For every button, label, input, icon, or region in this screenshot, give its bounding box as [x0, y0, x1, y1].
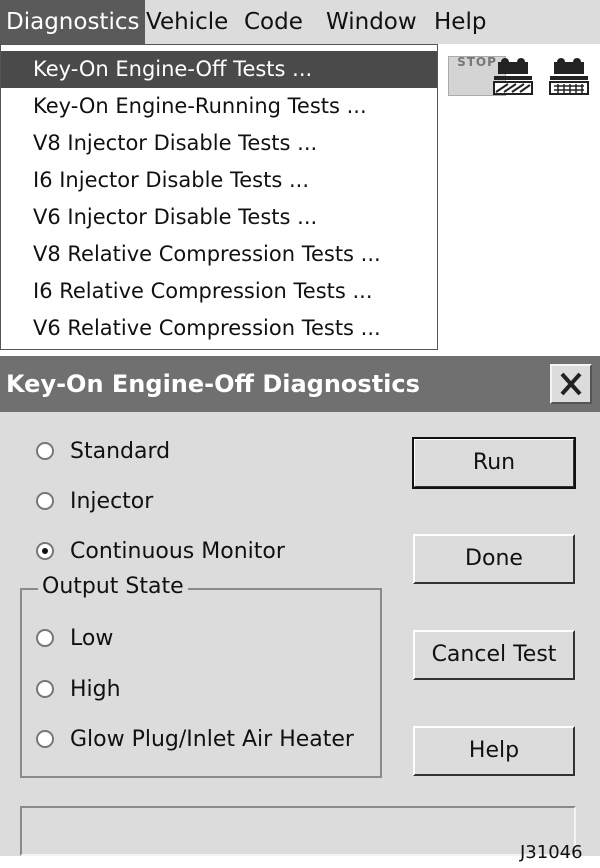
radio-injector-circle[interactable] [36, 492, 54, 510]
menu-item-v6-injector[interactable]: V6 Injector Disable Tests ... [1, 199, 437, 236]
close-button[interactable] [550, 364, 592, 404]
run-button[interactable]: Run [412, 437, 576, 489]
menu-diagnostics[interactable]: Diagnostics [0, 0, 146, 44]
vehicle-keypad-icon[interactable] [548, 54, 590, 98]
help-button[interactable]: Help [413, 726, 575, 776]
radio-low-circle[interactable] [36, 629, 54, 647]
radio-glow-plug-label: Glow Plug/Inlet Air Heater [70, 727, 354, 752]
vehicle-test-icon[interactable] [492, 54, 534, 98]
radio-glow-plug-circle[interactable] [36, 730, 54, 748]
diagnostics-dropdown: Key-On Engine-Off Tests ... Key-On Engin… [0, 44, 438, 350]
menu-window[interactable]: Window [320, 0, 423, 44]
close-icon [560, 372, 582, 396]
dialog-title: Key-On Engine-Off Diagnostics [6, 370, 420, 398]
dialog-titlebar[interactable]: Key-On Engine-Off Diagnostics [0, 356, 600, 412]
toolbar: STOP [438, 44, 600, 106]
radio-low-label: Low [70, 626, 114, 651]
menu-item-koeo-tests[interactable]: Key-On Engine-Off Tests ... [1, 51, 437, 88]
radio-continuous-monitor-circle[interactable] [36, 542, 54, 560]
output-state-title: Output State [38, 572, 188, 602]
figure-label: J31046 [520, 842, 583, 863]
menu-help[interactable]: Help [428, 0, 492, 44]
radio-standard-circle[interactable] [36, 442, 54, 460]
radio-continuous-monitor-label: Continuous Monitor [70, 539, 285, 564]
menu-code[interactable]: Code [238, 0, 309, 44]
menu-item-v8-compression[interactable]: V8 Relative Compression Tests ... [1, 236, 437, 273]
cancel-test-button[interactable]: Cancel Test [413, 630, 575, 680]
radio-high-circle[interactable] [36, 680, 54, 698]
menu-item-i6-compression[interactable]: I6 Relative Compression Tests ... [1, 273, 437, 310]
menu-vehicle[interactable]: Vehicle [140, 0, 234, 44]
status-field [20, 806, 576, 856]
radio-standard-label: Standard [70, 439, 171, 464]
menu-item-v8-injector[interactable]: V8 Injector Disable Tests ... [1, 125, 437, 162]
radio-injector-label: Injector [70, 489, 154, 514]
menu-item-v6-compression[interactable]: V6 Relative Compression Tests ... [1, 310, 437, 347]
done-button[interactable]: Done [413, 534, 575, 584]
menu-item-koer-tests[interactable]: Key-On Engine-Running Tests ... [1, 88, 437, 125]
menu-bar: Diagnostics Vehicle Code Window Help [0, 0, 600, 45]
radio-high-label: High [70, 677, 121, 702]
menu-item-i6-injector[interactable]: I6 Injector Disable Tests ... [1, 162, 437, 199]
koeo-dialog: Key-On Engine-Off Diagnostics Standard I… [0, 356, 600, 856]
